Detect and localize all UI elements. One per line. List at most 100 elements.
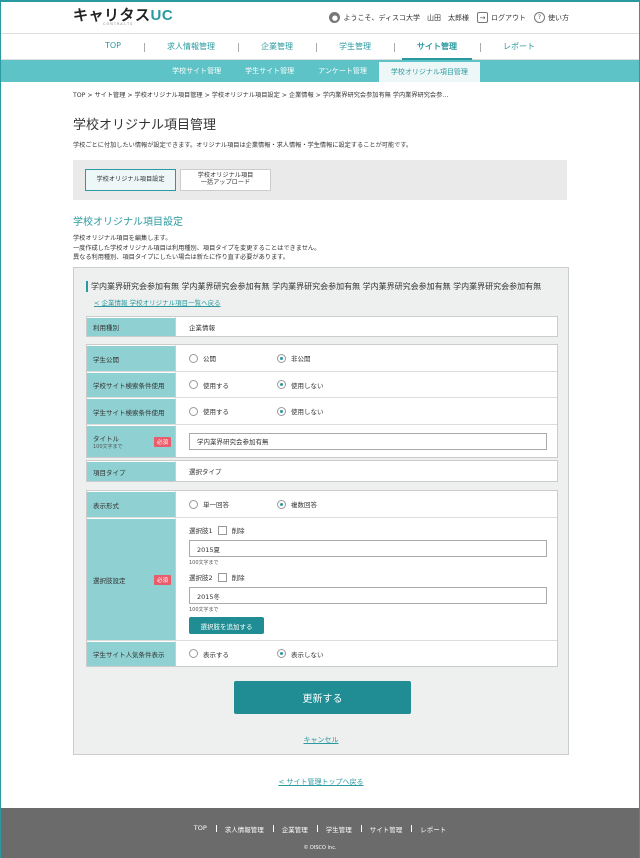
back-to-list-link[interactable]: < 企業情報 学校オリジナル項目一覧へ戻る [94, 297, 221, 307]
page-title: 学校オリジナル項目管理 [73, 118, 217, 133]
title-label-cell: タイトル 100文字まで 必須 [87, 425, 176, 457]
choice2-delete-checkbox[interactable] [217, 572, 227, 582]
school-search-row: 学校サイト検索条件使用 使用する 使用しない [87, 372, 557, 398]
tab-bar: 学校オリジナル項目設定 学校オリジナル項目 一括アップロード [73, 160, 567, 200]
radio-checked-icon [277, 649, 286, 658]
section-description: 学校オリジナル項目を編集します。 一度作成した学校オリジナル項目は利用種別、項目… [1, 234, 639, 263]
choice1-label: 選択肢1 [189, 527, 213, 535]
section-desc-line3: 異なる利用種別、項目タイプにしたい場合は新たに作り直す必要があります。 [73, 254, 289, 262]
tab-bulk-upload[interactable]: 学校オリジナル項目 一括アップロード [180, 169, 271, 191]
radio-icon [189, 406, 198, 416]
footer-nav-student[interactable]: 学生管理 [316, 824, 361, 834]
back-to-site-top-link[interactable]: < サイト管理トップへ戻る [1, 777, 640, 787]
school-search-opt2-label: 使用しない [291, 381, 324, 390]
student-search-option-nouse[interactable]: 使用しない [277, 406, 365, 416]
nav-top[interactable]: TOP [82, 41, 144, 52]
help-icon: ? [534, 12, 545, 23]
display-option-multiple[interactable]: 複数回答 [277, 499, 365, 509]
choice1-input[interactable]: 2015夏 [189, 540, 547, 557]
choice2-limit-note: 100文字まで [189, 607, 219, 613]
update-button[interactable]: 更新する [234, 681, 411, 714]
logout-label: ログアウト [491, 13, 526, 22]
display-row: 表示形式 単一回答 複数回答 [87, 491, 557, 518]
subnav-survey[interactable]: アンケート管理 [306, 60, 379, 82]
subnav-student-site[interactable]: 学生サイト管理 [233, 60, 306, 82]
choices-label: 選択肢設定 [93, 576, 126, 585]
choice-1: 選択肢1 削除 2015夏 100文字まで [189, 525, 547, 566]
usage-row: 利用種別 企業情報 [87, 317, 557, 336]
type-value: 選択タイプ [189, 468, 222, 476]
page-description: 学校ごとに付加したい情報が設定できます。オリジナル項目は企業情報・求人情報・学生… [73, 142, 413, 149]
display-opt1-label: 単一回答 [203, 501, 229, 509]
radio-icon [189, 353, 198, 363]
user-icon: ● [329, 12, 341, 23]
popular-option-show[interactable]: 表示する [189, 649, 277, 659]
nav-report[interactable]: レポート [480, 41, 558, 52]
type-label: 項目タイプ [87, 461, 176, 481]
logo[interactable]: キャリタスUC CONTRACTS [73, 8, 173, 27]
choices-label-cell: 選択肢設定 必須 [87, 518, 176, 640]
subnav-original-items[interactable]: 学校オリジナル項目管理 [378, 60, 480, 82]
choice1-delete-label: 削除 [231, 527, 245, 535]
sub-nav: 学校サイト管理 学生サイト管理 アンケート管理 学校オリジナル項目管理 [1, 60, 639, 82]
student-search-row: 学生サイト検索条件使用 使用する 使用しない [87, 398, 557, 425]
usage-group: 利用種別 企業情報 [86, 316, 558, 337]
popular-row: 学生サイト人気条件表示 表示する 表示しない [87, 641, 557, 666]
page-frame: キャリタスUC CONTRACTS ● ようこそ、ディスコ大学 山田 太郎様 →… [0, 0, 640, 858]
student-search-option-use[interactable]: 使用する [189, 406, 277, 416]
footer-nav-job-info[interactable]: 求人情報管理 [215, 824, 273, 834]
popular-label: 学生サイト人気条件表示 [87, 641, 176, 666]
nav-job-info[interactable]: 求人情報管理 [144, 41, 238, 52]
radio-checked-icon [277, 353, 286, 363]
breadcrumb: TOP > サイト管理 > 学校オリジナル項目管理 > 学校オリジナル項目設定 … [73, 92, 449, 99]
cancel-link[interactable]: キャンセル [74, 735, 568, 745]
nav-company[interactable]: 企業管理 [238, 41, 316, 52]
display-option-single[interactable]: 単一回答 [189, 499, 277, 509]
settings-group: 学生公開 公開 非公開 学校サイト検索条件使用 使用する 使用しない 学生サイト… [86, 344, 558, 458]
choice2-label: 選択肢2 [189, 574, 213, 582]
radio-icon [189, 380, 198, 389]
nav-site[interactable]: サイト管理 [394, 41, 480, 60]
display-label: 表示形式 [87, 491, 176, 517]
required-badge: 必須 [153, 574, 171, 585]
footer-nav-company[interactable]: 企業管理 [272, 824, 317, 834]
popular-option-hide[interactable]: 表示しない [277, 649, 365, 659]
help-link[interactable]: ? 使い方 [534, 12, 569, 23]
public-label: 学生公開 [87, 345, 176, 371]
footer-nav-top[interactable]: TOP [185, 824, 216, 834]
user-bar: ● ようこそ、ディスコ大学 山田 太郎様 → ログアウト ? 使い方 [329, 12, 569, 23]
school-search-option-nouse[interactable]: 使用しない [277, 380, 365, 390]
nav-student[interactable]: 学生管理 [316, 41, 394, 52]
public-option-public[interactable]: 公開 [189, 353, 277, 363]
item-title: 学内業界研究会参加有無 学内業界研究会参加有無 学内業界研究会参加有無 学内業界… [86, 281, 541, 292]
type-row: 項目タイプ 選択タイプ [87, 461, 557, 481]
header: キャリタスUC CONTRACTS ● ようこそ、ディスコ大学 山田 太郎様 →… [1, 2, 639, 34]
choice2-input[interactable]: 2015冬 [189, 587, 547, 604]
student-search-opt2-label: 使用しない [291, 408, 324, 416]
subnav-school-site[interactable]: 学校サイト管理 [160, 60, 233, 82]
footer-nav-site[interactable]: サイト管理 [360, 824, 412, 834]
edit-panel: 学内業界研究会参加有無 学内業界研究会参加有無 学内業界研究会参加有無 学内業界… [73, 267, 569, 755]
choice1-delete-checkbox[interactable] [217, 525, 227, 535]
add-choice-button[interactable]: 選択肢を追加する [189, 617, 264, 634]
popular-opt1-label: 表示する [203, 650, 229, 659]
radio-icon [189, 649, 198, 658]
section-desc-line2: 一度作成した学校オリジナル項目は利用種別、項目タイプを変更することはできません。 [73, 244, 321, 252]
usage-value: 企業情報 [189, 323, 215, 332]
main-nav: TOP 求人情報管理 企業管理 学生管理 サイト管理 レポート [1, 34, 639, 60]
tab-item-settings[interactable]: 学校オリジナル項目設定 [85, 169, 176, 191]
section-desc-line1: 学校オリジナル項目を編集します。 [73, 235, 172, 242]
title-limit-note: 100文字まで [93, 444, 123, 450]
usage-label: 利用種別 [87, 317, 176, 336]
back-link-label: 企業情報 学校オリジナル項目一覧へ戻る [101, 299, 221, 307]
public-option-private[interactable]: 非公開 [277, 353, 365, 363]
choices-group: 表示形式 単一回答 複数回答 選択肢設定 必須 選択肢1 削除 2015夏 10… [86, 490, 558, 667]
title-row: タイトル 100文字まで 必須 学内業界研究会参加有無 [87, 425, 557, 457]
help-label: 使い方 [548, 13, 569, 22]
student-search-label: 学生サイト検索条件使用 [87, 398, 176, 424]
school-search-option-use[interactable]: 使用する [189, 380, 277, 390]
back-top-label: サイト管理トップへ戻る [286, 778, 364, 786]
logout-link[interactable]: → ログアウト [477, 12, 526, 23]
footer-nav-report[interactable]: レポート [411, 824, 455, 834]
title-input[interactable]: 学内業界研究会参加有無 [189, 432, 547, 450]
